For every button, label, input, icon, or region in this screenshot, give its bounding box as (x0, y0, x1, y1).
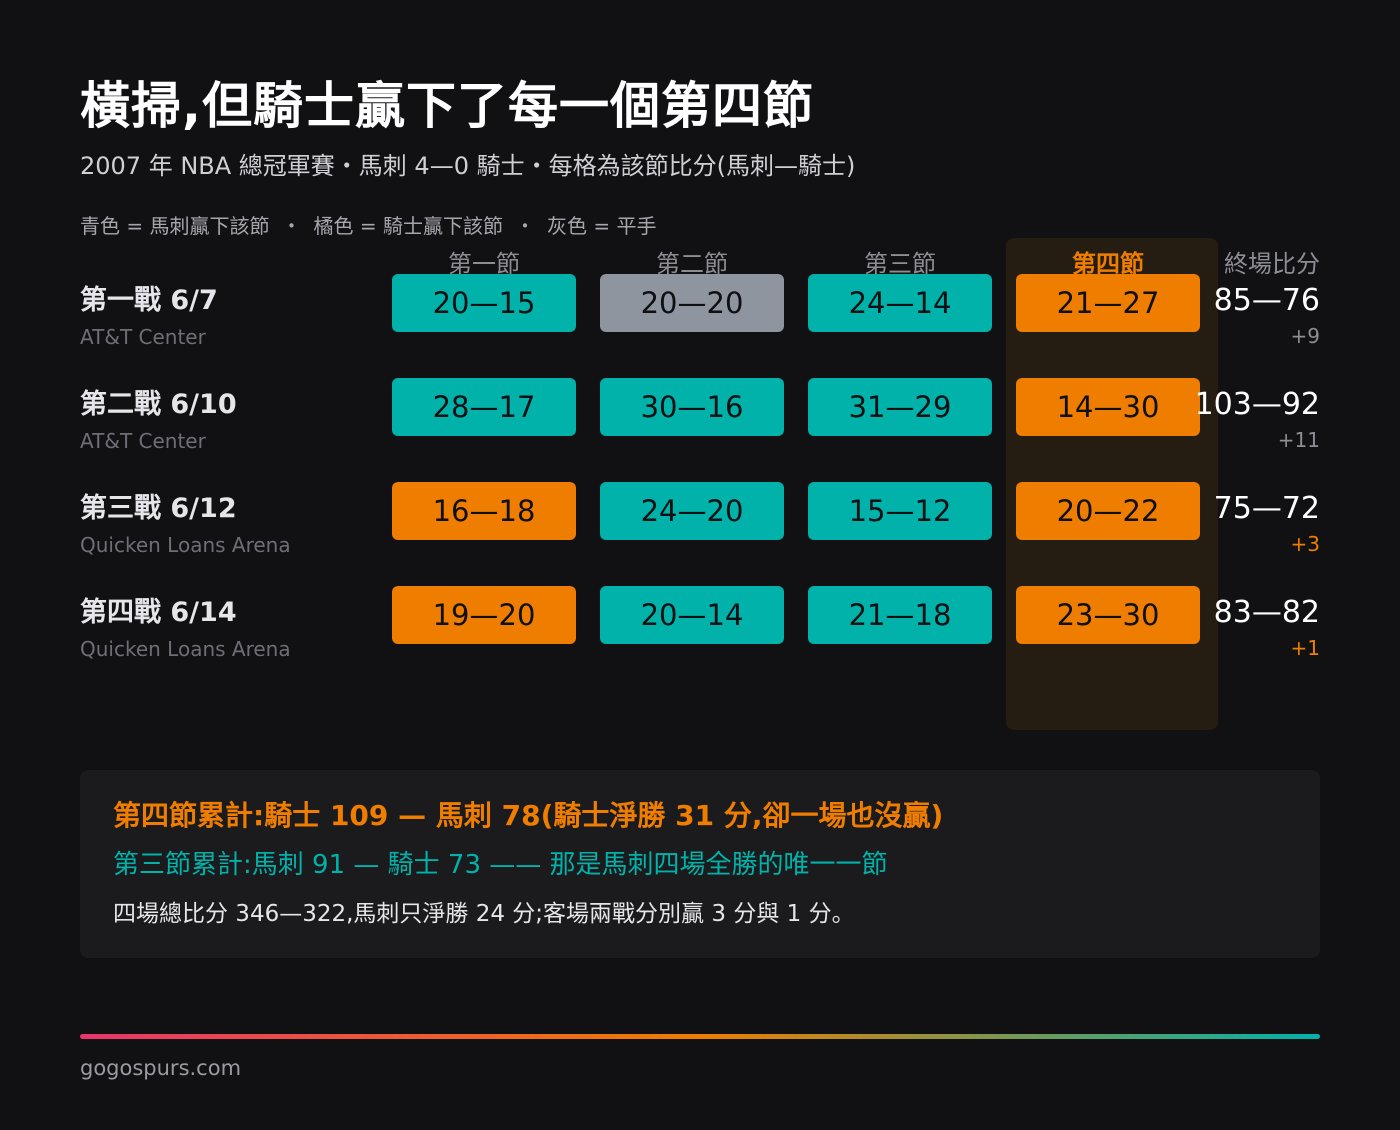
quarter-score-cell: 20—22 (1016, 482, 1200, 540)
game-label: 第三戰 6/12 (80, 493, 237, 524)
final-margin: +9 (1290, 324, 1320, 348)
legend-teal: 青色 = 馬刺贏下該節 (80, 214, 270, 238)
quarter-score-cell: 21—27 (1016, 274, 1200, 332)
quarter-score-cell: 28—17 (392, 378, 576, 436)
quarter-score-cell: 23—30 (1016, 586, 1200, 644)
summary-fourth-quarter: 第四節累計:騎士 109 — 馬刺 78(騎士淨勝 31 分,卻一場也沒贏) (113, 799, 944, 832)
final-score: 103—92 (1194, 387, 1320, 422)
summary-total: 四場總比分 346—322,馬刺只淨勝 24 分;客場兩戰分別贏 3 分與 1 … (113, 901, 855, 927)
page-title: 橫掃,但騎士贏下了每一個第四節 (80, 77, 814, 135)
quarter-score-cell: 30—16 (600, 378, 784, 436)
legend-gray: 灰色 = 平手 (546, 214, 657, 238)
footer-site: gogospurs.com (80, 1056, 242, 1080)
quarter-score-cell: 31—29 (808, 378, 992, 436)
summary-panel: 第四節累計:騎士 109 — 馬刺 78(騎士淨勝 31 分,卻一場也沒贏) 第… (80, 770, 1320, 958)
column-header-final: 終場比分 (1224, 250, 1320, 278)
legend-orange: 橘色 = 騎士贏下該節 (313, 214, 503, 238)
quarter-score-cell: 15—12 (808, 482, 992, 540)
summary-third-quarter: 第三節累計:馬刺 91 — 騎士 73 —— 那是馬刺四場全勝的唯一一節 (113, 850, 888, 880)
venue-label: Quicken Loans Arena (80, 637, 291, 661)
legend-separator: ・ (514, 214, 535, 238)
final-score: 75—72 (1213, 491, 1320, 526)
quarter-score-cell: 19—20 (392, 586, 576, 644)
quarter-score-cell: 14—30 (1016, 378, 1200, 436)
color-legend: 青色 = 馬刺贏下該節・橘色 = 騎士贏下該節・灰色 = 平手 (80, 210, 656, 239)
quarter-score-cell: 24—14 (808, 274, 992, 332)
legend-separator: ・ (281, 214, 302, 238)
game-label: 第四戰 6/14 (80, 597, 237, 628)
quarter-score-cell: 16—18 (392, 482, 576, 540)
final-score: 85—76 (1213, 283, 1320, 318)
quarter-score-cell: 21—18 (808, 586, 992, 644)
final-margin: +1 (1290, 636, 1320, 660)
venue-label: Quicken Loans Arena (80, 533, 291, 557)
quarter-score-cell: 20—20 (600, 274, 784, 332)
page-subtitle: 2007 年 NBA 總冠軍賽・馬刺 4—0 騎士・每格為該節比分(馬刺—騎士) (80, 152, 856, 180)
venue-label: AT&T Center (80, 325, 206, 349)
quarter-score-cell: 20—15 (392, 274, 576, 332)
gradient-divider (80, 1034, 1320, 1039)
game-label: 第一戰 6/7 (80, 285, 218, 316)
final-margin: +11 (1277, 428, 1320, 452)
game-label: 第二戰 6/10 (80, 389, 237, 420)
quarter-score-cell: 20—14 (600, 586, 784, 644)
venue-label: AT&T Center (80, 429, 206, 453)
final-score: 83—82 (1213, 595, 1320, 630)
quarter-score-cell: 24—20 (600, 482, 784, 540)
final-margin: +3 (1290, 532, 1320, 556)
